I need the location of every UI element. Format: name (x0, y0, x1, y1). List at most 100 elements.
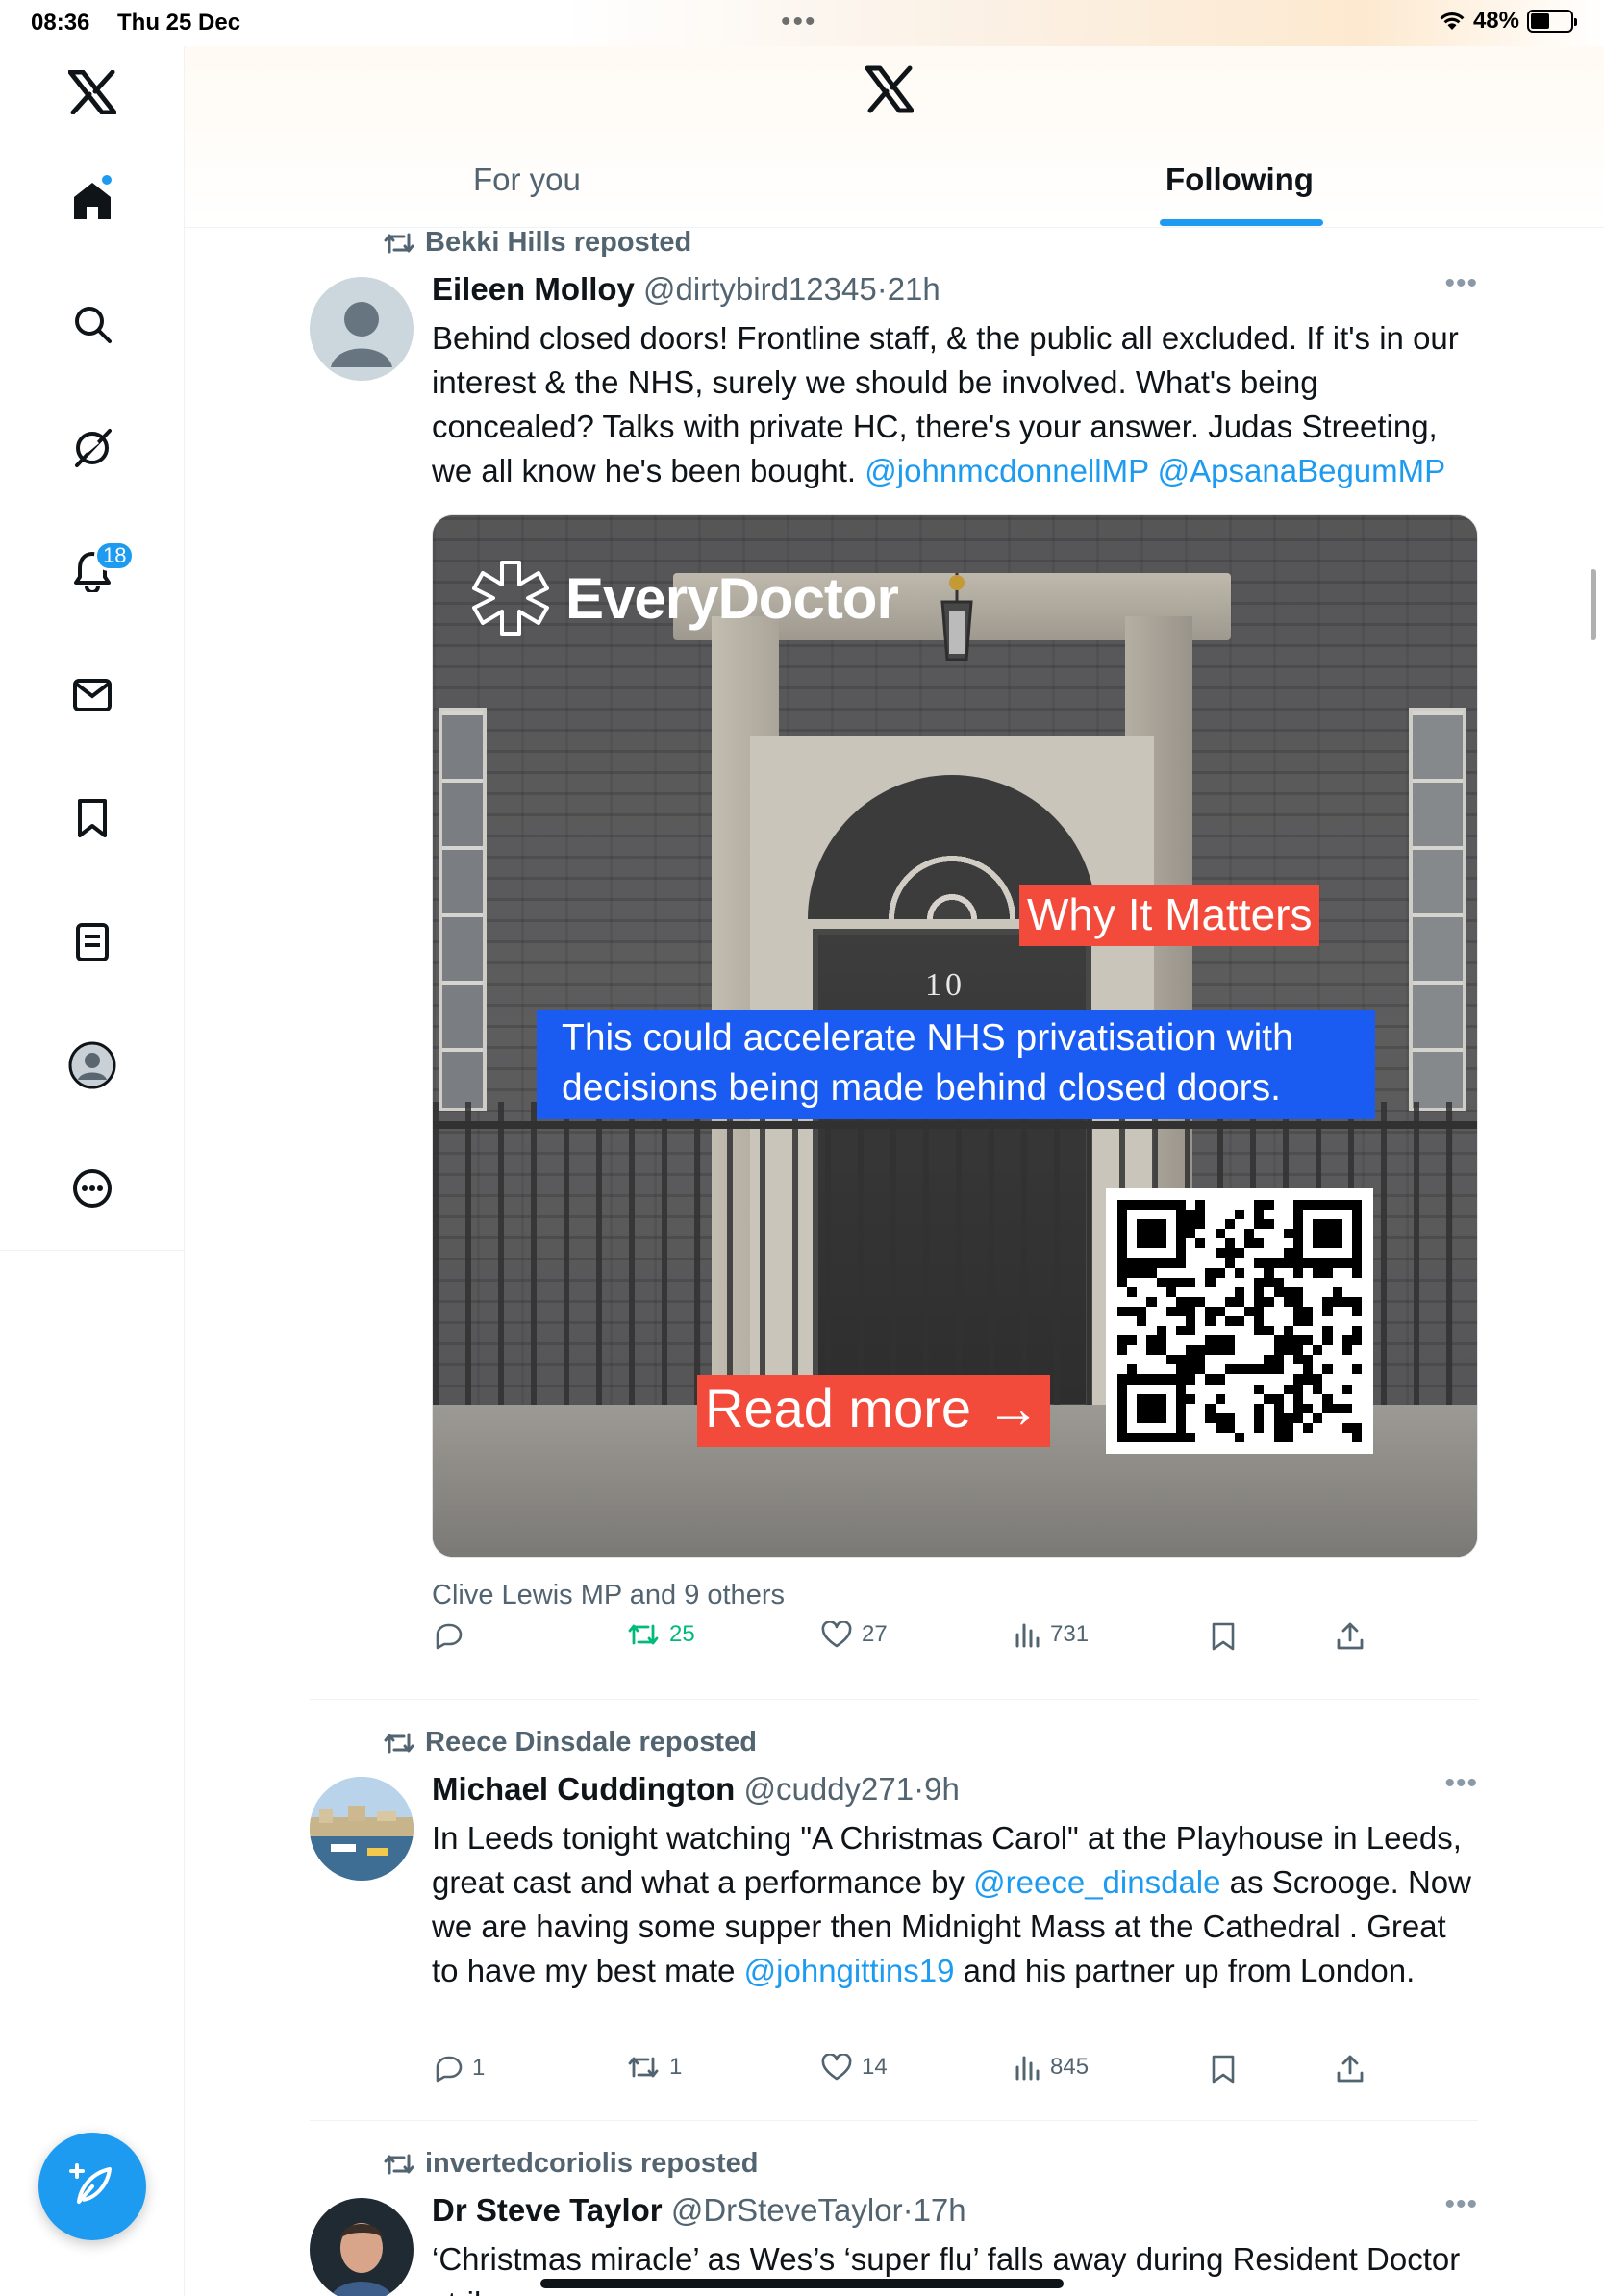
like-button[interactable]: 27 (821, 1621, 888, 1648)
read-more-label: Read more → (697, 1375, 1050, 1447)
separator: · (876, 271, 888, 307)
sidebar-border (184, 1250, 185, 2296)
repost-label: invertedcoriolis reposted (425, 2148, 759, 2179)
share-icon (1337, 2055, 1364, 2083)
share-button[interactable] (1336, 2054, 1365, 2084)
retweet-icon (628, 1624, 659, 1645)
tweet-time[interactable]: 17h (914, 2192, 966, 2228)
search-icon[interactable] (63, 295, 121, 353)
author-handle[interactable]: @dirtybird12345 (643, 271, 877, 307)
view-count: 845 (1050, 2054, 1090, 2080)
why-it-matters-label: Why It Matters (1019, 885, 1320, 946)
mention-link[interactable]: @johngittins19 (744, 1953, 955, 1988)
active-tab-indicator (1160, 219, 1323, 226)
more-options-icon[interactable]: ••• (1444, 267, 1478, 300)
multitasking-dots-icon[interactable]: ••• (781, 6, 817, 38)
author-name[interactable]: Dr Steve Taylor (432, 2192, 663, 2228)
scrollbar[interactable] (1591, 569, 1596, 640)
author-name[interactable]: Michael Cuddington (432, 1771, 735, 1807)
share-button[interactable] (1336, 1621, 1365, 1652)
views-icon (1015, 1623, 1040, 1648)
battery-percent: 48% (1472, 8, 1519, 34)
author-name[interactable]: Eileen Molloy (432, 271, 635, 307)
views-icon (1015, 2056, 1040, 2081)
everydoctor-logo: EveryDoctor (471, 559, 899, 637)
tweet-header: Eileen Molloy @dirtybird12345·21h (432, 271, 940, 308)
tweet[interactable]: Reece Dinsdale reposted Michael Cuddingt… (310, 1727, 1478, 2111)
retweet-button[interactable]: 1 (627, 2054, 682, 2081)
separator: · (902, 2192, 914, 2228)
tweet-media-image[interactable]: EveryDoctor Why It Matters 10 This could… (432, 514, 1478, 1558)
home-indicator[interactable] (540, 2279, 1064, 2288)
author-handle[interactable]: @DrSteveTaylor (671, 2192, 903, 2228)
mention-link[interactable]: @ApsanaBegumMP (1158, 453, 1445, 488)
separator: · (914, 1771, 925, 1807)
retweet-icon (384, 2154, 414, 2174)
tweet-actions: 25 27 731 (432, 1621, 1384, 1660)
x-logo-icon[interactable] (63, 63, 121, 121)
like-count: 27 (862, 1621, 888, 1647)
tweet-divider (310, 1699, 1478, 1700)
repost-indicator: Reece Dinsdale reposted (383, 1727, 757, 1759)
reply-button[interactable] (432, 1621, 472, 1650)
avatar[interactable] (310, 277, 414, 381)
star-of-life-icon (472, 561, 549, 636)
timeline-header: For you Following (185, 46, 1604, 228)
status-date: Thu 25 Dec (117, 10, 241, 36)
door-number: 10 (925, 967, 965, 1003)
more-circle-icon[interactable] (63, 1160, 121, 1217)
mail-icon[interactable] (63, 666, 121, 724)
retweet-count: 1 (669, 2054, 683, 2080)
qr-code (1106, 1188, 1373, 1454)
repost-label: Reece Dinsdale reposted (425, 1727, 757, 1758)
more-options-icon[interactable]: ••• (1444, 2188, 1478, 2221)
retweet-button[interactable]: 25 (627, 1621, 695, 1648)
tweet-time[interactable]: 9h (924, 1771, 960, 1807)
compose-feather-icon (69, 2163, 112, 2204)
home-unread-dot (100, 173, 113, 187)
tweet[interactable]: Bekki Hills reposted Eileen Molloy @dirt… (310, 227, 1478, 1698)
like-button[interactable]: 14 (821, 2054, 888, 2081)
avatar[interactable] (310, 1777, 414, 1881)
reply-icon (436, 2056, 463, 2083)
reply-button[interactable]: 1 (432, 2054, 485, 2083)
mention-link[interactable]: @johnmcdonnellMP (865, 453, 1148, 488)
status-time: 08:36 (31, 10, 90, 36)
retweet-icon (384, 233, 414, 253)
lists-icon[interactable] (63, 913, 121, 971)
battery-icon (1527, 10, 1577, 33)
bookmark-button[interactable] (1211, 1621, 1236, 1652)
reply-icon (436, 1623, 463, 1650)
tweet-divider (310, 2120, 1478, 2121)
view-count: 731 (1050, 1621, 1090, 1647)
bookmark-button[interactable] (1211, 2054, 1236, 2084)
tab-for-you[interactable]: For you (473, 162, 581, 227)
compose-button[interactable] (38, 2133, 146, 2240)
grok-icon[interactable] (63, 419, 121, 477)
heart-icon (821, 1621, 852, 1648)
bookmark-icon[interactable] (63, 789, 121, 847)
author-handle[interactable]: @cuddy271 (743, 1771, 914, 1807)
tab-following[interactable]: Following (1165, 162, 1314, 227)
mention-link[interactable]: @reece_dinsdale (973, 1864, 1220, 1900)
tweet-text-body: and his partner up from London. (954, 1953, 1416, 1988)
profile-avatar[interactable] (63, 1036, 121, 1094)
media-brand: EveryDoctor (565, 565, 899, 631)
retweet-icon (628, 2057, 659, 2078)
media-message: This could accelerate NHS privatisation … (537, 1010, 1375, 1119)
heart-icon (821, 2054, 852, 2081)
more-options-icon[interactable]: ••• (1444, 1767, 1478, 1800)
tweet-actions: 1 1 14 845 (432, 2054, 1384, 2092)
status-bar: 08:36 Thu 25 Dec ••• 48% (0, 0, 1604, 46)
views-button[interactable]: 731 (1014, 1621, 1089, 1648)
avatar[interactable] (310, 2198, 414, 2296)
retweet-count: 25 (669, 1621, 695, 1647)
views-button[interactable]: 845 (1014, 2054, 1089, 2081)
tweet-time[interactable]: 21h (888, 271, 940, 307)
tweet[interactable]: invertedcoriolis reposted Dr Steve Taylo… (310, 2148, 1478, 2296)
retweet-icon (384, 1733, 414, 1753)
tweet-text: In Leeds tonight watching "A Christmas C… (432, 1816, 1475, 1993)
liked-by[interactable]: Clive Lewis MP and 9 others (432, 1573, 1475, 1617)
notifications-badge: 18 (94, 540, 136, 571)
bookmark-icon (1212, 1622, 1235, 1651)
